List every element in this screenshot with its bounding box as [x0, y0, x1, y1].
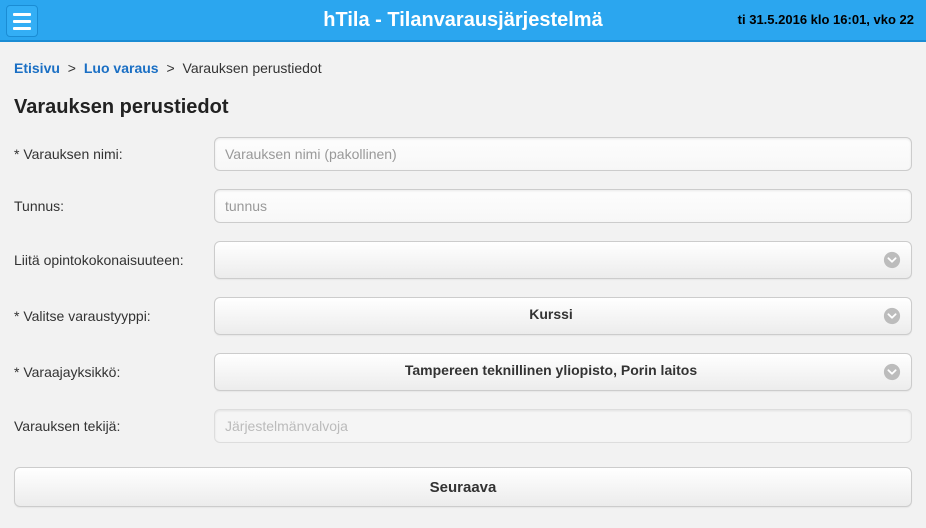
row-type: * Valitse varaustyyppi: Kurssi — [14, 297, 912, 335]
next-button[interactable]: Seuraava — [14, 467, 912, 507]
label-code: Tunnus: — [14, 198, 214, 214]
label-reservation-name: * Varauksen nimi: — [14, 146, 214, 162]
type-select[interactable]: Kurssi — [214, 297, 912, 335]
creator-input — [214, 409, 912, 443]
course-select[interactable] — [214, 241, 912, 279]
code-input[interactable] — [214, 189, 912, 223]
chevron-down-icon — [883, 363, 901, 381]
label-type: * Valitse varaustyyppi: — [14, 308, 214, 324]
app-title: hTila - Tilanvarausjärjestelmä — [323, 9, 602, 32]
menu-button[interactable] — [6, 5, 38, 37]
unit-select-value: Tampereen teknillinen yliopisto, Porin l… — [405, 362, 697, 378]
hamburger-icon — [13, 13, 31, 16]
breadcrumb: Etisivu > Luo varaus > Varauksen perusti… — [14, 60, 912, 76]
type-select-value: Kurssi — [529, 306, 573, 322]
breadcrumb-create-link[interactable]: Luo varaus — [84, 60, 159, 76]
unit-select[interactable]: Tampereen teknillinen yliopisto, Porin l… — [214, 353, 912, 391]
label-course: Liitä opintokokonaisuuteen: — [14, 252, 214, 268]
label-creator: Varauksen tekijä: — [14, 418, 214, 434]
app-header: hTila - Tilanvarausjärjestelmä ti 31.5.2… — [0, 0, 926, 42]
header-datetime: ti 31.5.2016 klo 16:01, vko 22 — [738, 12, 914, 27]
chevron-down-icon — [883, 307, 901, 325]
row-code: Tunnus: — [14, 189, 912, 223]
breadcrumb-current: Varauksen perustiedot — [183, 60, 322, 76]
breadcrumb-home-link[interactable]: Etisivu — [14, 60, 60, 76]
chevron-down-icon — [883, 251, 901, 269]
row-reservation-name: * Varauksen nimi: — [14, 137, 912, 171]
row-course: Liitä opintokokonaisuuteen: — [14, 241, 912, 279]
reservation-name-input[interactable] — [214, 137, 912, 171]
row-unit: * Varaajayksikkö: Tampereen teknillinen … — [14, 353, 912, 391]
page-title: Varauksen perustiedot — [14, 96, 912, 119]
row-creator: Varauksen tekijä: — [14, 409, 912, 443]
label-unit: * Varaajayksikkö: — [14, 364, 214, 380]
page-content: Etisivu > Luo varaus > Varauksen perusti… — [0, 42, 926, 525]
